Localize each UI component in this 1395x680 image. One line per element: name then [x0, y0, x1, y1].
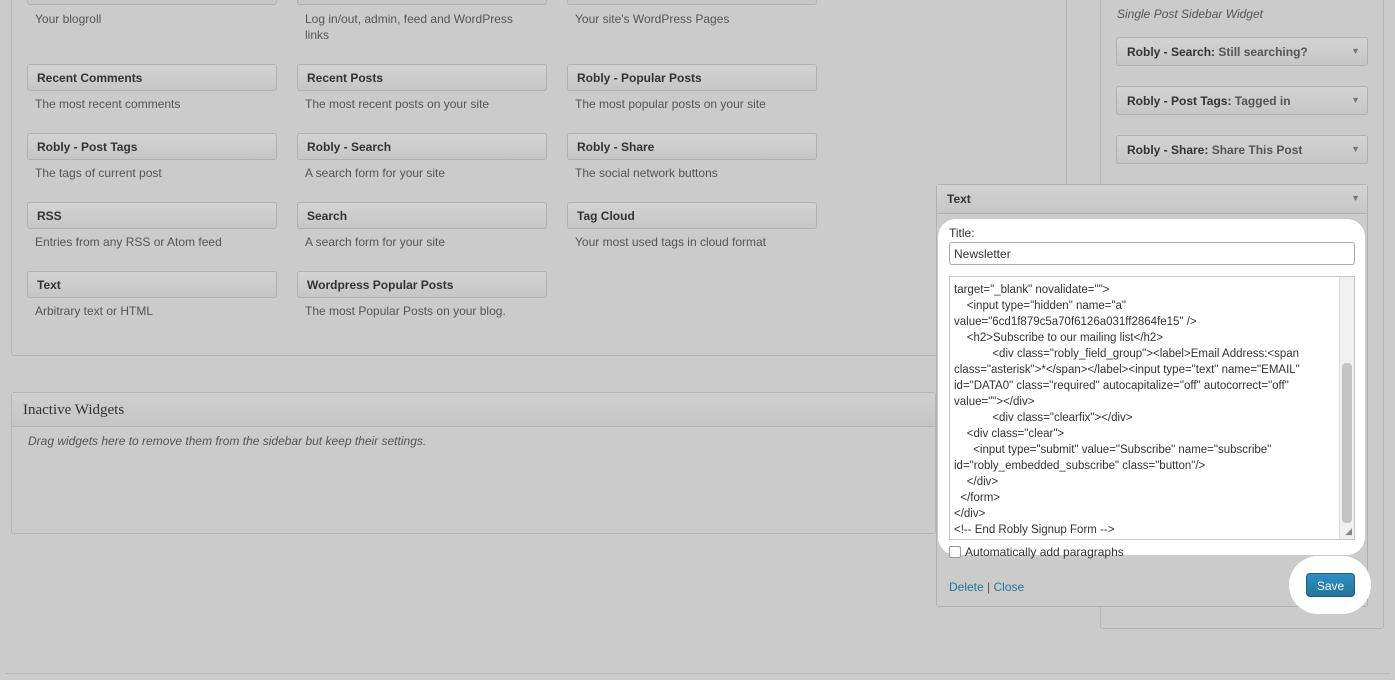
sidebar-description: Single Post Sidebar Widget: [1117, 7, 1263, 21]
widget-desc: The most recent posts on your site: [305, 97, 490, 111]
widget-desc: The most Popular Posts on your blog.: [305, 304, 506, 318]
widget-robly-search[interactable]: Robly - Search: [297, 133, 547, 160]
link-separator: |: [987, 580, 991, 594]
widget-desc: The most popular posts on your site: [575, 97, 766, 111]
scrollbar-thumb[interactable]: [1342, 363, 1352, 523]
close-link[interactable]: Close: [994, 580, 1025, 594]
widget-tile-meta[interactable]: [297, 0, 547, 5]
widget-desc: The tags of current post: [35, 166, 162, 180]
expand-arrow-icon[interactable]: ▼: [1351, 144, 1360, 154]
widget-robly-popular-posts[interactable]: Robly - Popular Posts: [567, 64, 817, 91]
sidebar-widget-robly-share[interactable]: Robly - Share: Share This Post ▼: [1116, 135, 1368, 164]
widget-name: Robly - Post Tags:: [1127, 94, 1232, 108]
widget-control-links: Delete | Close: [949, 580, 1024, 594]
widget-name: Robly - Share:: [1127, 143, 1209, 157]
text-widget-header[interactable]: Text ▼: [937, 185, 1367, 214]
widget-desc-links: Your blogroll: [35, 12, 102, 26]
widget-desc: A search form for your site: [305, 166, 446, 180]
widget-tile-links[interactable]: [27, 0, 277, 5]
delete-link[interactable]: Delete: [949, 580, 984, 594]
widget-desc: A search form for your site: [305, 235, 446, 249]
save-button[interactable]: Save: [1306, 573, 1355, 597]
widget-desc: The most recent comments: [35, 97, 181, 111]
scrollbar[interactable]: [1339, 277, 1354, 539]
auto-paragraphs-checkbox[interactable]: [949, 546, 961, 558]
footer-divider: [5, 673, 1390, 674]
widget-desc: Entries from any RSS or Atom feed: [35, 235, 222, 249]
auto-paragraphs-label: Automatically add paragraphs: [965, 545, 1124, 559]
widget-recent-posts[interactable]: Recent Posts: [297, 64, 547, 91]
title-input[interactable]: [949, 242, 1355, 265]
inactive-widgets-title: Inactive Widgets: [12, 393, 935, 427]
collapse-arrow-icon[interactable]: ▼: [1351, 193, 1360, 203]
inactive-widgets-panel[interactable]: Inactive Widgets Drag widgets here to re…: [11, 392, 936, 534]
widget-desc-meta: Log in/out, admin, feed and WordPress li…: [305, 12, 513, 42]
widget-title: Share This Post: [1211, 143, 1303, 157]
widget-wordpress-popular-posts[interactable]: Wordpress Popular Posts: [297, 271, 547, 298]
inactive-widgets-desc: Drag widgets here to remove them from th…: [28, 434, 427, 448]
expand-arrow-icon[interactable]: ▼: [1351, 46, 1360, 56]
widget-rss[interactable]: RSS: [27, 202, 277, 229]
widget-robly-post-tags[interactable]: Robly - Post Tags: [27, 133, 277, 160]
sidebar-widget-robly-search[interactable]: Robly - Search: Still searching? ▼: [1116, 37, 1368, 66]
widget-search[interactable]: Search: [297, 202, 547, 229]
widget-text[interactable]: Text: [27, 271, 277, 298]
widget-desc: Your most used tags in cloud format: [575, 235, 766, 249]
content-textarea[interactable]: ............................... target="…: [949, 276, 1355, 540]
auto-paragraphs-option[interactable]: Automatically add paragraphs: [949, 545, 1124, 559]
widget-robly-share[interactable]: Robly - Share: [567, 133, 817, 160]
widget-title: Tagged in: [1234, 94, 1291, 108]
widget-recent-comments[interactable]: Recent Comments: [27, 64, 277, 91]
content-code: ............................... target="…: [954, 277, 1300, 536]
widget-title: Still searching?: [1218, 45, 1308, 59]
widget-desc: The social network buttons: [575, 166, 718, 180]
widget-desc: Arbitrary text or HTML: [35, 304, 154, 318]
widget-tile-pages[interactable]: [567, 0, 817, 5]
title-label: Title:: [949, 226, 975, 240]
widget-desc-pages: Your site's WordPress Pages: [575, 12, 730, 26]
resize-grip-icon[interactable]: ◢: [1345, 526, 1352, 537]
widget-tag-cloud[interactable]: Tag Cloud: [567, 202, 817, 229]
sidebar-widget-robly-post-tags[interactable]: Robly - Post Tags: Tagged in ▼: [1116, 86, 1368, 115]
widget-name: Robly - Search:: [1127, 45, 1216, 59]
text-widget-header-label: Text: [947, 192, 971, 206]
expand-arrow-icon[interactable]: ▼: [1351, 95, 1360, 105]
